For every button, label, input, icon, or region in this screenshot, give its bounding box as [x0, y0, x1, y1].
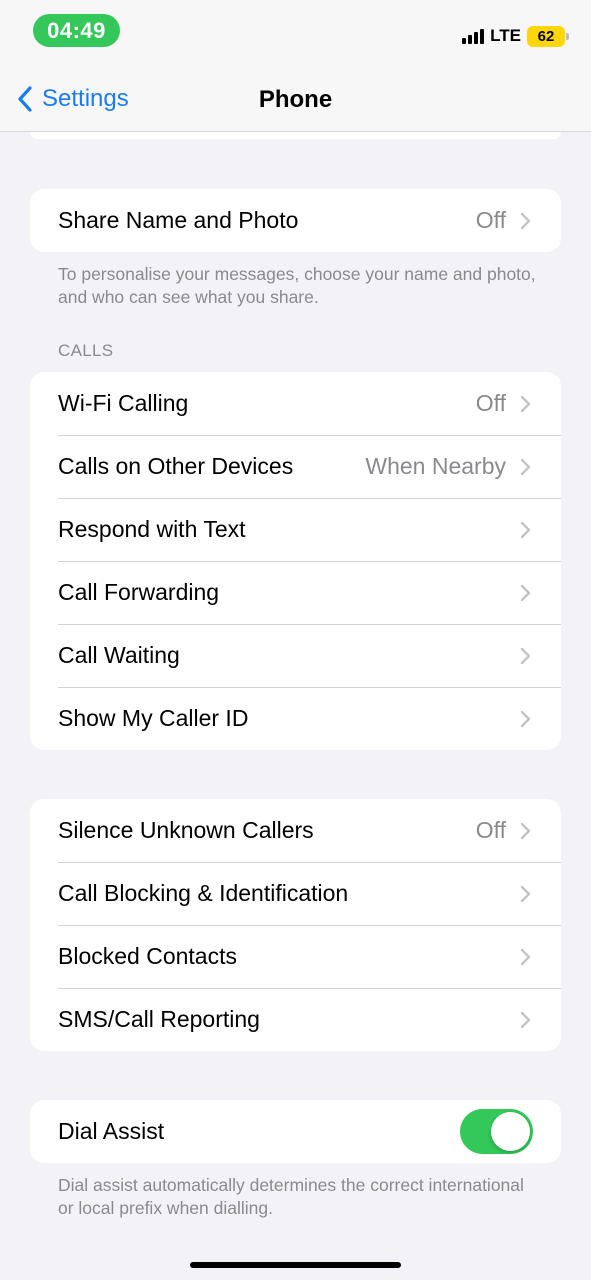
- status-indicators: LTE 62: [462, 24, 569, 48]
- row-call-waiting[interactable]: Call Waiting: [30, 624, 561, 687]
- battery-icon: 62: [527, 25, 569, 47]
- row-value: When Nearby: [365, 453, 506, 479]
- chevron-right-icon: [520, 212, 531, 229]
- chevron-right-icon: [520, 1011, 531, 1028]
- battery-level: 62: [537, 27, 555, 45]
- share-group: Share Name and Photo Off: [30, 189, 561, 252]
- home-indicator[interactable]: [190, 1262, 401, 1268]
- chevron-right-icon: [520, 948, 531, 965]
- blocking-group: Silence Unknown Callers Off Call Blockin…: [30, 799, 561, 1051]
- row-label: Blocked Contacts: [58, 943, 237, 969]
- row-value: Off: [475, 207, 506, 233]
- row-share-name-and-photo[interactable]: Share Name and Photo Off: [30, 189, 561, 252]
- chevron-right-icon: [520, 521, 531, 538]
- row-wifi-calling[interactable]: Wi-Fi Calling Off: [30, 372, 561, 435]
- chevron-right-icon: [520, 584, 531, 601]
- row-blocked-contacts[interactable]: Blocked Contacts: [30, 925, 561, 988]
- row-dial-assist: Dial Assist: [30, 1100, 561, 1163]
- calls-section-header: CALLS: [58, 341, 114, 360]
- cellular-signal-icon: [462, 28, 485, 44]
- row-call-forwarding[interactable]: Call Forwarding: [30, 561, 561, 624]
- chevron-right-icon: [520, 458, 531, 475]
- previous-group-edge: [30, 132, 561, 139]
- chevron-right-icon: [520, 647, 531, 664]
- row-label: Show My Caller ID: [58, 705, 249, 731]
- dial-assist-footer: Dial assist automatically determines the…: [58, 1175, 524, 1218]
- row-label: Wi-Fi Calling: [58, 390, 189, 416]
- calls-group: Wi-Fi Calling Off Calls on Other Devices…: [30, 372, 561, 750]
- navigation-bar: Settings Phone: [0, 62, 591, 132]
- row-silence-unknown-callers[interactable]: Silence Unknown Callers Off: [30, 799, 561, 862]
- row-value: Off: [475, 390, 506, 416]
- chevron-right-icon: [520, 885, 531, 902]
- row-label: Calls on Other Devices: [58, 453, 294, 479]
- dial-assist-group: Dial Assist: [30, 1100, 561, 1163]
- row-label: Call Blocking & Identification: [58, 880, 349, 906]
- row-sms-call-reporting[interactable]: SMS/Call Reporting: [30, 988, 561, 1051]
- row-label: Call Waiting: [58, 642, 180, 668]
- row-call-blocking-identification[interactable]: Call Blocking & Identification: [30, 862, 561, 925]
- row-label: SMS/Call Reporting: [58, 1006, 260, 1032]
- chevron-right-icon: [520, 710, 531, 727]
- row-respond-with-text[interactable]: Respond with Text: [30, 498, 561, 561]
- row-show-my-caller-id[interactable]: Show My Caller ID: [30, 687, 561, 750]
- chevron-right-icon: [520, 395, 531, 412]
- row-label: Silence Unknown Callers: [58, 817, 314, 843]
- row-value: Off: [475, 817, 506, 843]
- share-footer: To personalise your messages, choose you…: [58, 264, 536, 307]
- row-calls-on-other-devices[interactable]: Calls on Other Devices When Nearby: [30, 435, 561, 498]
- status-time[interactable]: 04:49: [33, 14, 120, 47]
- status-bar: 04:49 LTE 62: [0, 0, 591, 62]
- chevron-right-icon: [520, 822, 531, 839]
- network-type-label: LTE: [490, 26, 521, 45]
- row-label: Share Name and Photo: [58, 207, 299, 233]
- page-title: Phone: [258, 86, 333, 113]
- toggle-knob: [491, 1112, 530, 1151]
- row-label: Respond with Text: [58, 516, 246, 542]
- dial-assist-toggle[interactable]: [460, 1109, 533, 1154]
- row-label: Call Forwarding: [58, 579, 220, 605]
